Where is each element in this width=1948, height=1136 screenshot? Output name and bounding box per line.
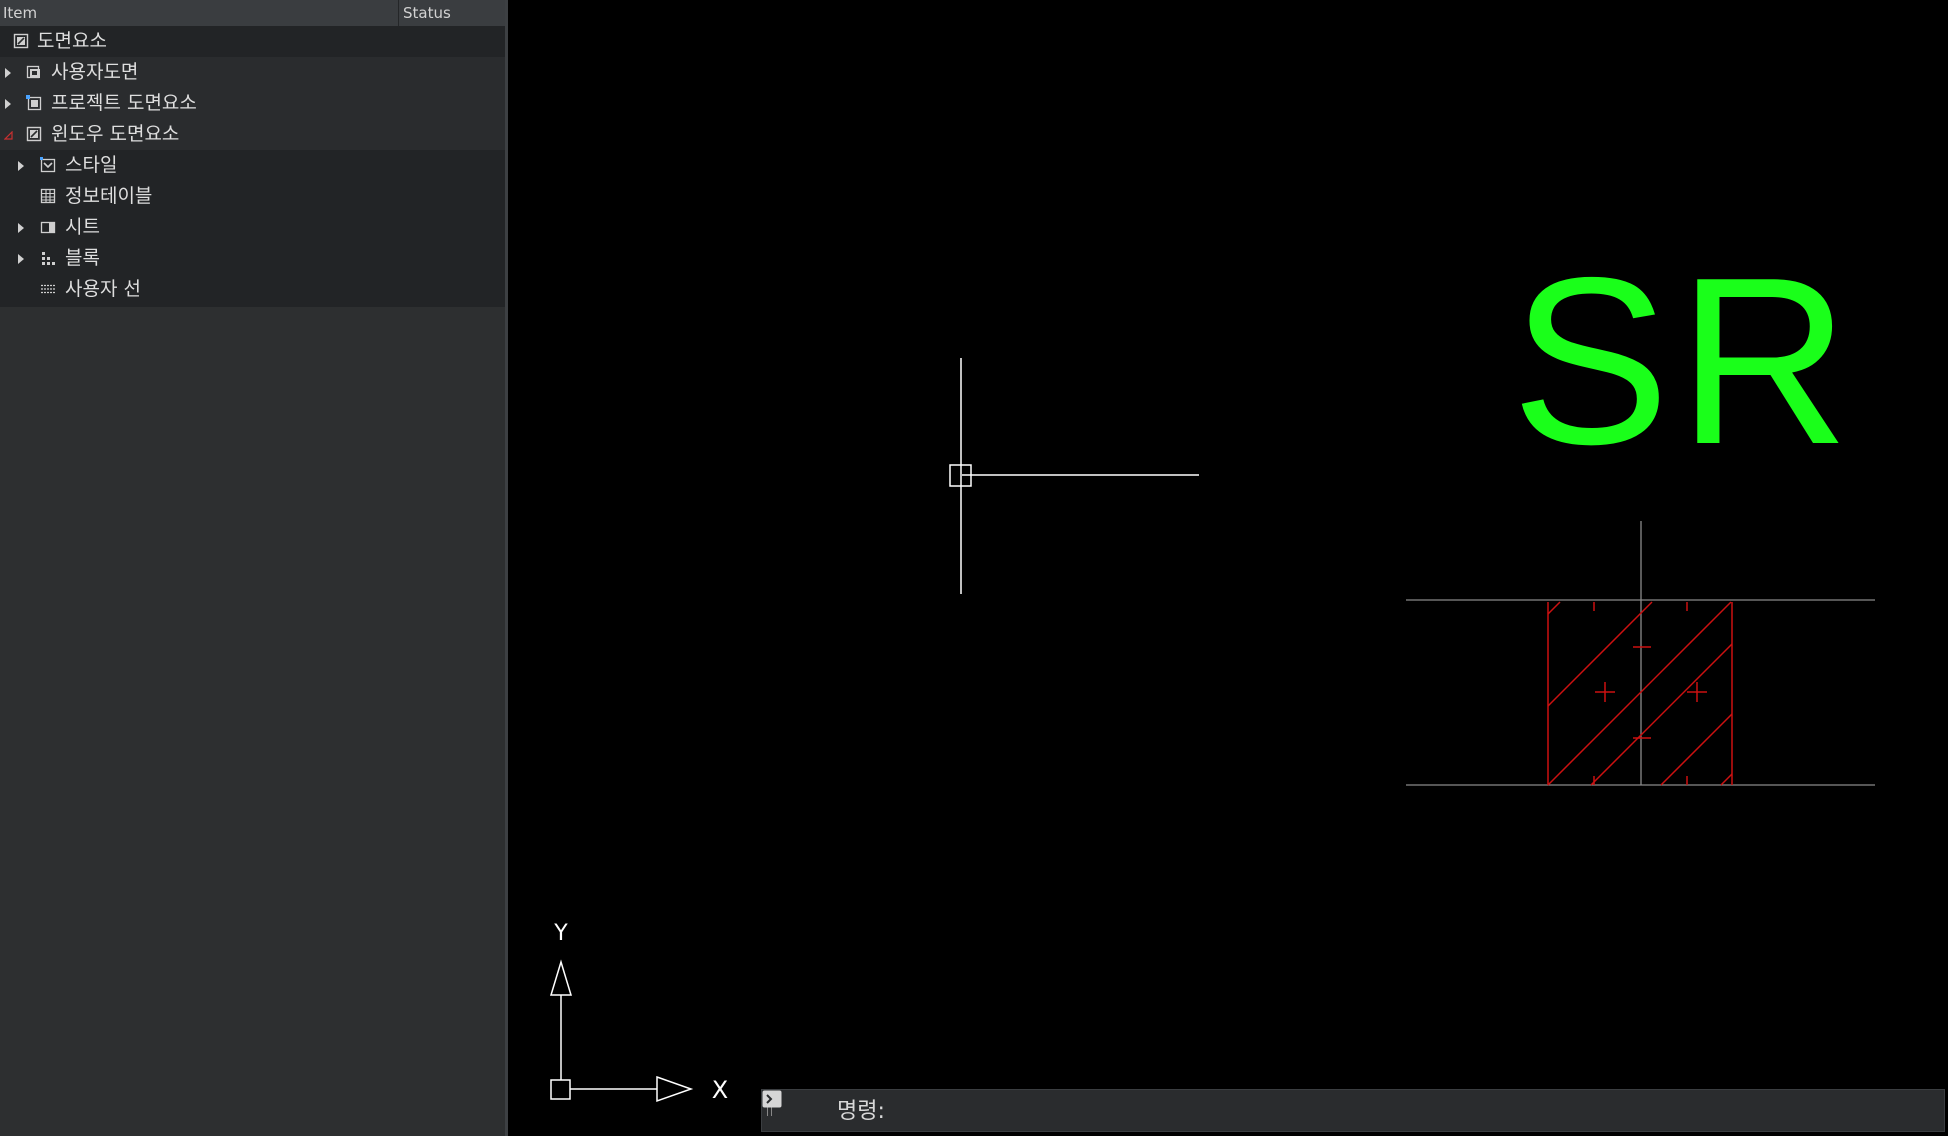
wall-outline bbox=[1406, 521, 1875, 786]
tree-item-label: 스타일 bbox=[65, 154, 118, 176]
tree-item-project-drawing-elements[interactable]: 프로젝트 도면요소 bbox=[0, 88, 505, 119]
drawing-icon bbox=[26, 126, 42, 142]
block-icon bbox=[42, 252, 55, 265]
drawing-elements-panel: Item Status 도면요소 사용자도면 프로젝트 도면요소 윈도우 도면요… bbox=[0, 0, 508, 1136]
ucs-x-label: X bbox=[712, 1076, 728, 1104]
tree-item-label: 도면요소 bbox=[37, 30, 107, 52]
expand-caret-icon[interactable] bbox=[18, 223, 24, 233]
command-line[interactable]: 명령: bbox=[761, 1089, 1945, 1132]
styles-icon bbox=[40, 157, 56, 173]
linetype-icon bbox=[41, 284, 55, 294]
tree-item-blocks[interactable]: 블록 bbox=[0, 243, 505, 274]
drawing-icon bbox=[13, 33, 29, 49]
cad-application: Item Status 도면요소 사용자도면 프로젝트 도면요소 윈도우 도면요… bbox=[0, 0, 1948, 1136]
tree-item-label: 사용자도면 bbox=[51, 61, 139, 83]
canvas-graphics: Y X bbox=[549, 358, 1875, 1104]
tree-item-sheets[interactable]: 시트 bbox=[0, 212, 505, 243]
drawing-canvas[interactable]: Y X SR 명령: bbox=[511, 0, 1948, 1136]
column-header-status[interactable]: Status bbox=[398, 0, 505, 26]
tree-item-label: 사용자 선 bbox=[65, 278, 141, 300]
project-drawing-icon bbox=[26, 95, 42, 111]
tree-item-drawing-elements[interactable]: 도면요소 bbox=[0, 26, 505, 57]
tree-item-styles[interactable]: 스타일 bbox=[0, 150, 505, 181]
tree-item-label: 블록 bbox=[65, 247, 100, 269]
collapse-caret-icon[interactable] bbox=[4, 131, 13, 140]
tree-empty-area bbox=[0, 307, 505, 1136]
ucs-icon bbox=[549, 959, 694, 1103]
column-header-item[interactable]: Item bbox=[3, 0, 37, 26]
ucs-y-label: Y bbox=[553, 921, 568, 946]
expand-caret-icon[interactable] bbox=[18, 254, 24, 264]
tree-item-user-linetypes[interactable]: 사용자 선 bbox=[0, 274, 505, 305]
tree-item-user-drawings[interactable]: 사용자도면 bbox=[0, 57, 505, 88]
red-section-detail bbox=[1547, 601, 1733, 786]
tree-item-label: 프로젝트 도면요소 bbox=[51, 92, 197, 114]
tree-item-label: 시트 bbox=[65, 216, 100, 238]
drawing-elements-tree: 도면요소 사용자도면 프로젝트 도면요소 윈도우 도면요소 스타일 정보테이블 … bbox=[0, 26, 505, 307]
tree-item-label: 윈도우 도면요소 bbox=[51, 123, 180, 145]
command-prompt-icon bbox=[762, 1090, 782, 1108]
expand-caret-icon[interactable] bbox=[18, 161, 24, 171]
expand-caret-icon[interactable] bbox=[5, 68, 11, 78]
drawing-text-sr[interactable]: SR bbox=[1511, 243, 1858, 481]
table-icon bbox=[40, 188, 56, 204]
crosshair-cursor bbox=[949, 358, 1199, 594]
tree-item-window-drawing-elements[interactable]: 윈도우 도면요소 bbox=[0, 119, 505, 150]
tree-item-info-tables[interactable]: 정보테이블 bbox=[0, 181, 505, 212]
tree-header: Item Status bbox=[0, 0, 505, 27]
tree-item-label: 정보테이블 bbox=[65, 185, 153, 207]
user-drawings-icon bbox=[26, 65, 40, 79]
command-prompt-text: 명령: bbox=[837, 1099, 885, 1124]
sheet-icon bbox=[40, 221, 56, 234]
expand-caret-icon[interactable] bbox=[5, 99, 11, 109]
